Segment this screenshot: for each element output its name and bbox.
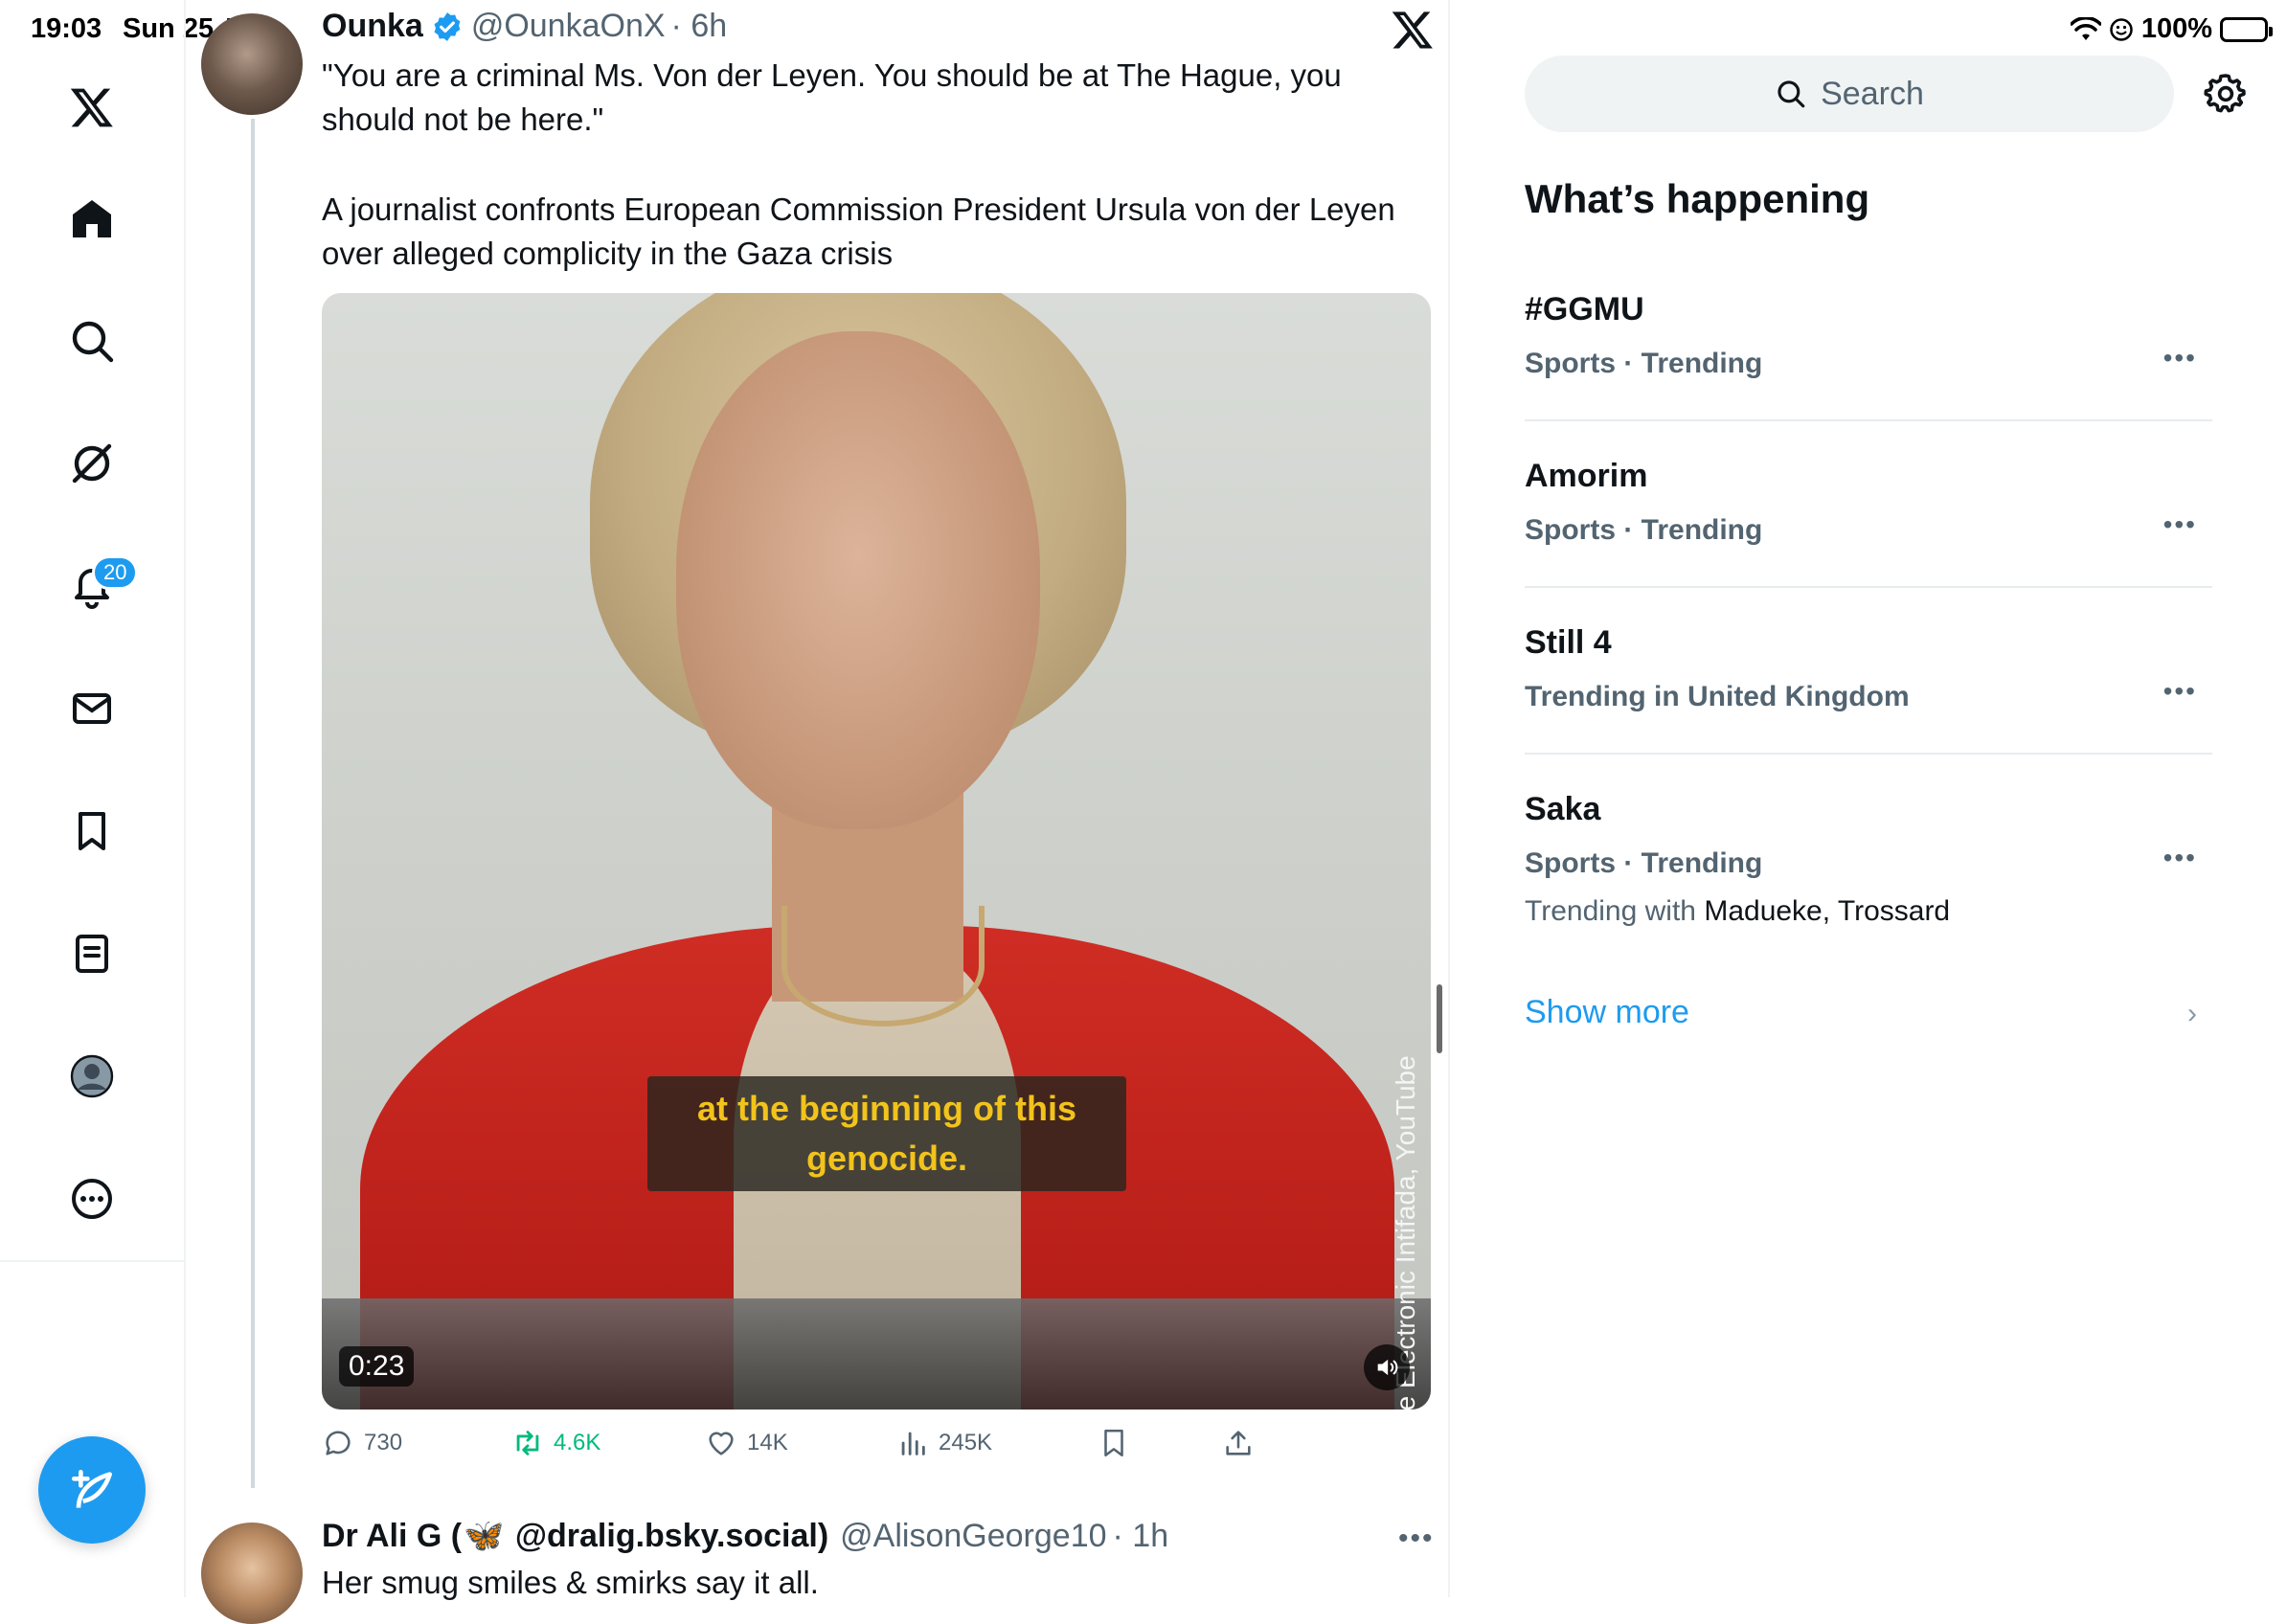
video-player[interactable]: at the beginning of this genocide. The E…: [322, 293, 1431, 1410]
focus-smiley-icon: [2110, 17, 2133, 41]
reply-icon: [326, 1431, 351, 1455]
trend-more-icon[interactable]: •••: [2163, 676, 2197, 707]
grok-icon[interactable]: [61, 433, 123, 494]
trend-category: Trending in United Kingdom: [1525, 681, 1910, 712]
messages-envelope-icon[interactable]: [61, 678, 123, 739]
chevron-right-icon: ›: [2187, 998, 2197, 1029]
compose-feather-icon: [72, 1470, 112, 1508]
video-caption: at the beginning of this genocide.: [647, 1076, 1126, 1191]
thread-connector-line: [251, 119, 255, 1488]
trend-name: Amorim: [1525, 458, 1648, 494]
repost-count: 4.6K: [554, 1430, 601, 1455]
trend-related: Trending with Madueke, Trossard: [1525, 895, 1951, 927]
reply-tweet-text: Her smug smiles & smirks say it all.: [322, 1565, 819, 1600]
author-handle[interactable]: @OunkaOnX: [471, 8, 666, 45]
like-button[interactable]: 14K: [705, 1427, 788, 1459]
profile-avatar-icon[interactable]: [61, 1046, 123, 1107]
like-count: 14K: [747, 1430, 788, 1455]
x-logo-icon[interactable]: [61, 77, 123, 138]
tweet-text-body: A journalist confronts European Commissi…: [322, 192, 1395, 271]
trend-name: Saka: [1525, 791, 1601, 827]
views-chart-icon: [901, 1432, 925, 1455]
battery-percent: 100%: [2140, 13, 2212, 44]
nav-divider: [0, 1260, 184, 1262]
speaker-icon: [1377, 1359, 1398, 1376]
author-avatar[interactable]: [201, 13, 303, 115]
post-time: · 6h: [670, 8, 728, 44]
tweet-header: Ounka @OunkaOnX · 6h: [322, 8, 727, 45]
search-placeholder: Search: [1821, 75, 1924, 112]
repost-button[interactable]: 4.6K: [511, 1427, 600, 1459]
video-watermark: The Electronic Intifada, YouTube: [1391, 1055, 1420, 1410]
reply-button[interactable]: 730: [322, 1427, 402, 1459]
reply-more-options-icon[interactable]: •••: [1398, 1522, 1435, 1555]
settings-gear-icon[interactable]: [2203, 71, 2249, 117]
views-button[interactable]: 245K: [896, 1427, 992, 1459]
reply-author-avatar[interactable]: [201, 1522, 303, 1624]
home-icon[interactable]: [61, 188, 123, 249]
trend-name: Still 4: [1525, 624, 1612, 661]
repost-icon: [516, 1431, 539, 1455]
trend-more-icon[interactable]: •••: [2163, 509, 2197, 540]
trend-category: Sports · Trending: [1525, 847, 1763, 879]
trend-category: Sports · Trending: [1525, 348, 1763, 379]
view-count: 245K: [939, 1430, 993, 1455]
verified-badge-icon: [434, 11, 461, 41]
video-duration: 0:23: [339, 1346, 415, 1387]
trend-more-icon[interactable]: •••: [2163, 343, 2197, 373]
more-options-icon[interactable]: [61, 1168, 123, 1229]
search-input[interactable]: Search: [1525, 56, 2174, 132]
reply-count: 730: [364, 1430, 403, 1455]
x-brand-icon: [1392, 11, 1433, 49]
lists-icon[interactable]: [61, 923, 123, 984]
heart-icon: [709, 1432, 734, 1455]
show-more-link[interactable]: Show more: [1525, 994, 1689, 1031]
status-indicators: 100%: [2070, 13, 2273, 45]
search-icon: [1778, 80, 1805, 108]
reply-tweet-header: Dr Ali G (🦋 @dralig.bsky.social) @Alison…: [322, 1517, 1168, 1555]
trend-related-names: Madueke, Trossard: [1704, 895, 1951, 927]
share-icon: [1226, 1431, 1251, 1455]
mute-button[interactable]: [1364, 1344, 1410, 1390]
bookmark-icon: [1104, 1429, 1123, 1457]
scrollbar-thumb[interactable]: [1437, 984, 1442, 1053]
bookmarks-icon[interactable]: [61, 801, 123, 862]
tweet-text-quote: "You are a criminal Ms. Von der Leyen. Y…: [322, 57, 1342, 137]
reply-author-name[interactable]: Dr Ali G (🦋 @dralig.bsky.social): [322, 1517, 828, 1555]
trend-divider: [1525, 419, 2212, 421]
tweet-action-bar: 730 4.6K 14K 245K: [322, 1427, 1433, 1465]
reply-post-time: · 1h: [1112, 1517, 1169, 1554]
author-name[interactable]: Ounka: [322, 8, 423, 45]
search-nav-icon[interactable]: [61, 310, 123, 372]
compose-post-button[interactable]: [38, 1436, 146, 1544]
trend-divider: [1525, 586, 2212, 588]
share-button[interactable]: [1222, 1427, 1255, 1459]
bookmark-button[interactable]: [1098, 1427, 1130, 1459]
notification-count-badge: 20: [92, 555, 139, 590]
trend-item[interactable]: #GGMU Sports · Trending •••: [1525, 291, 2212, 380]
wifi-icon: [2070, 16, 2101, 40]
butterfly-emoji: 🦋: [464, 1518, 505, 1554]
trend-item[interactable]: Amorim Sports · Trending •••: [1525, 458, 2212, 547]
trend-category: Sports · Trending: [1525, 514, 1763, 546]
trend-item[interactable]: Saka Sports · Trending Trending with Mad…: [1525, 791, 2212, 928]
reply-author-handle[interactable]: @AlisonGeorge10: [840, 1518, 1106, 1555]
trend-item[interactable]: Still 4 Trending in United Kingdom •••: [1525, 624, 2212, 713]
trend-divider: [1525, 753, 2212, 755]
trend-more-icon[interactable]: •••: [2163, 843, 2197, 873]
battery-icon: [2220, 16, 2273, 42]
trend-name: #GGMU: [1525, 291, 1644, 327]
whats-happening-heading: What’s happening: [1525, 176, 1870, 221]
